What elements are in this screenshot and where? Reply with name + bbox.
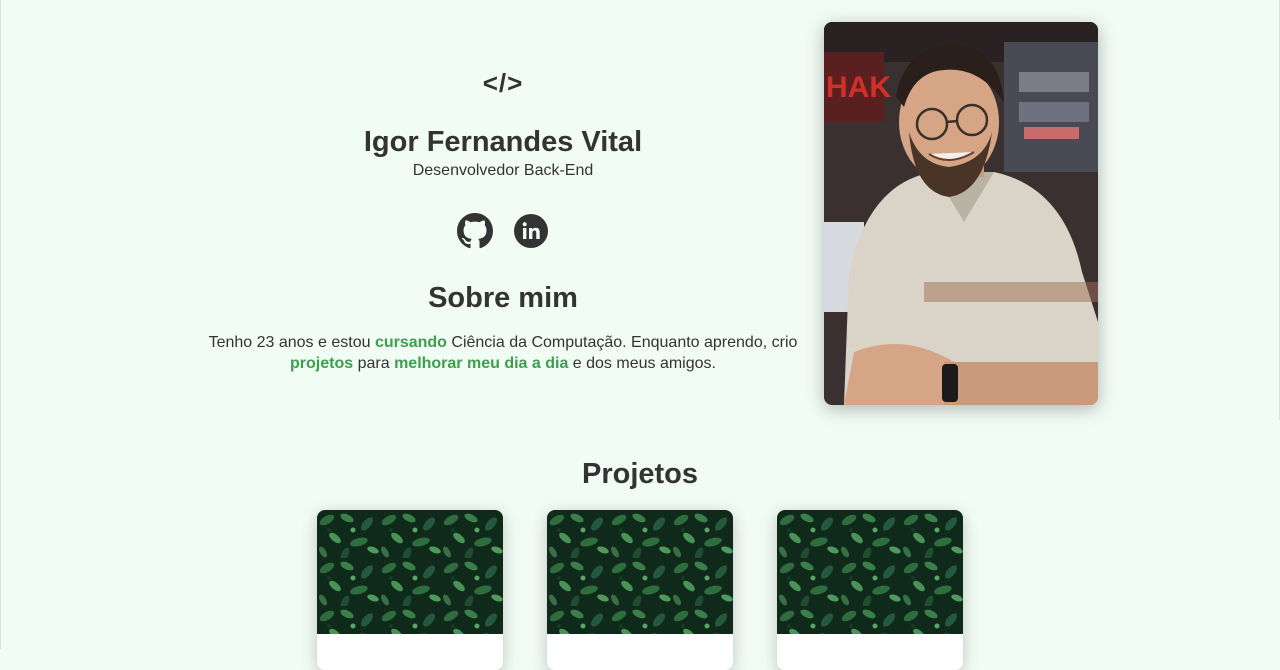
github-link[interactable] <box>457 213 493 249</box>
linkedin-link[interactable] <box>513 213 549 249</box>
code-logo: </> <box>482 68 524 98</box>
person-name: Igor Fernandes Vital <box>363 126 643 158</box>
project-card[interactable] <box>547 510 733 670</box>
leaves-image <box>317 510 503 634</box>
leaves-image <box>777 510 963 634</box>
profile-photo: HAK <box>824 22 1098 405</box>
leaves-image <box>547 510 733 634</box>
job-title: Desenvolvedor Back-End <box>412 162 594 179</box>
social-links <box>200 213 806 249</box>
about-highlight: cursando <box>374 334 447 351</box>
about-text: Ciência da Computação. Enquanto aprendo,… <box>446 334 798 351</box>
about-highlight: projetos <box>290 355 354 372</box>
project-card[interactable] <box>777 510 963 670</box>
about-text: e dos meus amigos. <box>568 355 716 372</box>
about-text: para <box>353 355 395 372</box>
github-icon <box>457 213 493 249</box>
projects-heading: Projetos <box>581 458 699 490</box>
about-text: Tenho 23 anos e estou <box>208 334 375 351</box>
project-card[interactable] <box>317 510 503 670</box>
about-heading: Sobre mim <box>428 282 578 314</box>
about-paragraph: Tenho 23 anos e estou cursando Ciência d… <box>200 332 806 374</box>
project-card-body <box>547 634 733 670</box>
about-highlight: melhorar meu dia a dia <box>394 355 569 372</box>
linkedin-icon <box>514 214 548 248</box>
page-edge <box>0 0 1 649</box>
project-card-body <box>777 634 963 670</box>
profile-photo-illustration: HAK <box>824 22 1098 405</box>
project-card-body <box>317 634 503 670</box>
svg-text:HAK: HAK <box>826 71 891 104</box>
